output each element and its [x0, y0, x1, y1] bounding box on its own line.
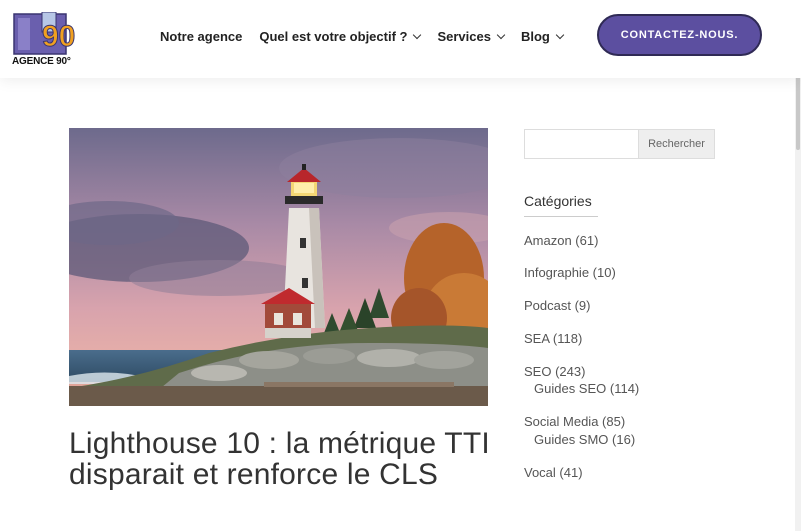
chevron-down-icon: [496, 30, 506, 40]
nav-label: Quel est votre objectif ?: [259, 29, 408, 44]
post-title[interactable]: Lighthouse 10 : la métrique TTI disparai…: [69, 428, 499, 490]
nav-notre-agence[interactable]: Notre agence: [160, 29, 242, 44]
nav-label: Blog: [520, 29, 550, 44]
category-podcast[interactable]: Podcast (9): [524, 298, 590, 313]
lighthouse-image: [69, 128, 488, 406]
category-sea[interactable]: SEA (118): [524, 331, 582, 346]
search-button[interactable]: Rechercher: [638, 129, 715, 159]
site-header: 90 AGENCE 90° Notre agence Quel est votr…: [0, 0, 801, 78]
nav-blog[interactable]: Blog: [520, 29, 565, 44]
contact-button[interactable]: CONTACTEZ-NOUS.: [597, 14, 762, 56]
logo-mark: 90: [13, 11, 76, 55]
categories-divider: [524, 216, 598, 217]
category-seo[interactable]: SEO (243): [524, 364, 585, 379]
agence-90-logo[interactable]: 90 AGENCE 90°: [12, 11, 84, 70]
main-navigation: Notre agence Quel est votre objectif ? S…: [160, 29, 580, 44]
logo-text: AGENCE 90°: [12, 56, 71, 67]
nav-services[interactable]: Services: [437, 29, 506, 44]
category-guides-smo[interactable]: Guides SMO (16): [534, 432, 635, 447]
category-social-media[interactable]: Social Media (85): [524, 414, 625, 429]
category-amazon[interactable]: Amazon (61): [524, 233, 598, 248]
category-vocal[interactable]: Vocal (41): [524, 465, 583, 480]
svg-text:90: 90: [42, 20, 75, 53]
categories-heading: Catégories: [524, 193, 592, 209]
post-featured-image[interactable]: [69, 128, 488, 406]
page-scrollbar[interactable]: [795, 0, 801, 531]
category-infographie[interactable]: Infographie (10): [524, 265, 616, 280]
chevron-down-icon: [413, 30, 422, 40]
nav-label: Services: [437, 29, 491, 44]
search-form: Rechercher: [524, 129, 715, 159]
nav-objectif[interactable]: Quel est votre objectif ?: [259, 29, 422, 44]
chevron-down-icon: [555, 30, 565, 40]
category-guides-seo[interactable]: Guides SEO (114): [534, 381, 639, 396]
nav-label: Notre agence: [160, 29, 243, 44]
search-input[interactable]: [524, 129, 638, 159]
